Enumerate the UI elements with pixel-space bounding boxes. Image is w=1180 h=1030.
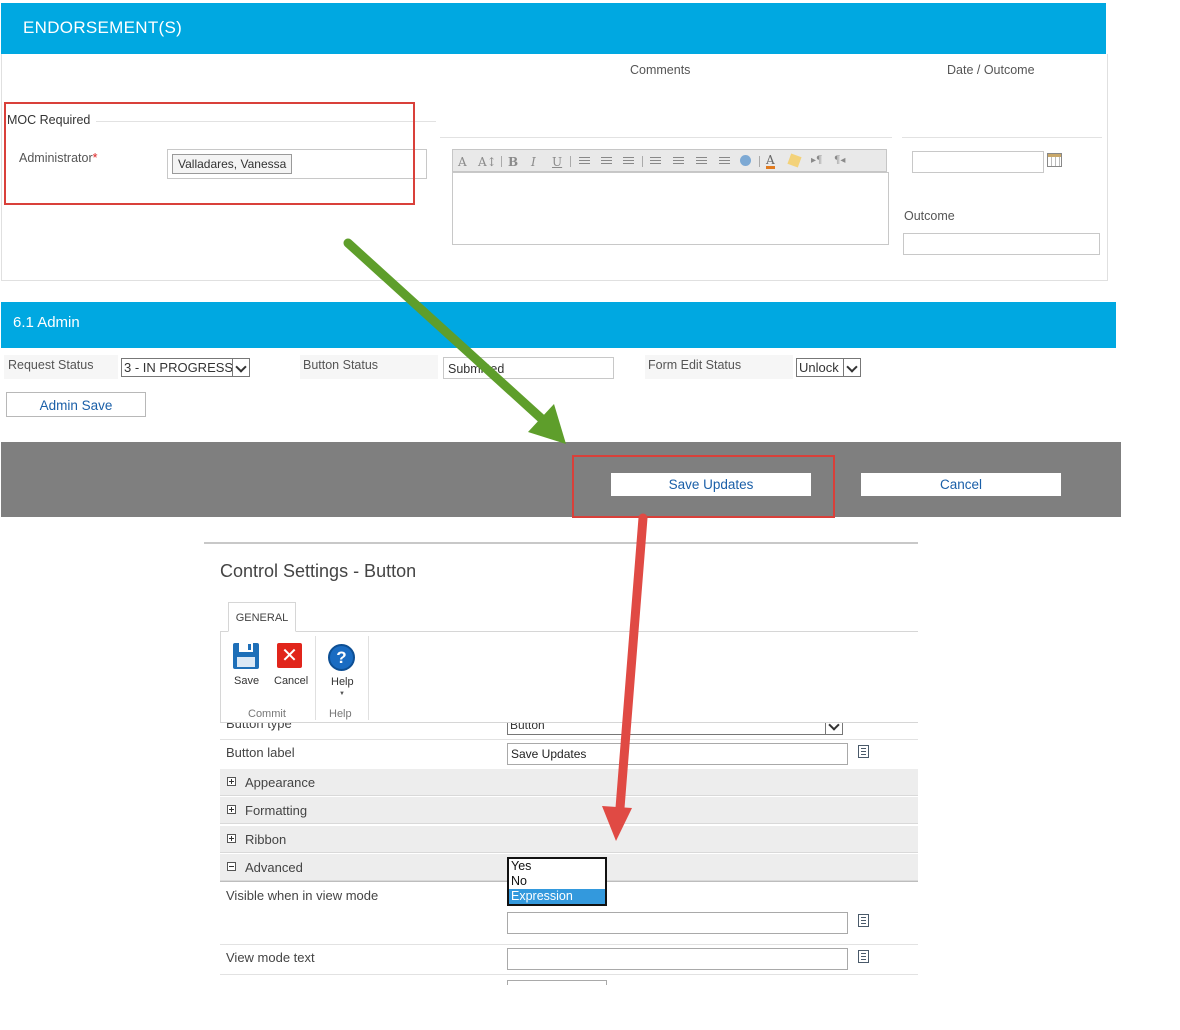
red-arrow-shaft: [615, 513, 648, 813]
red-arrow-head: [602, 806, 632, 841]
annotation-arrows: [343, 238, 648, 841]
green-arrow-shaft: [343, 238, 548, 425]
